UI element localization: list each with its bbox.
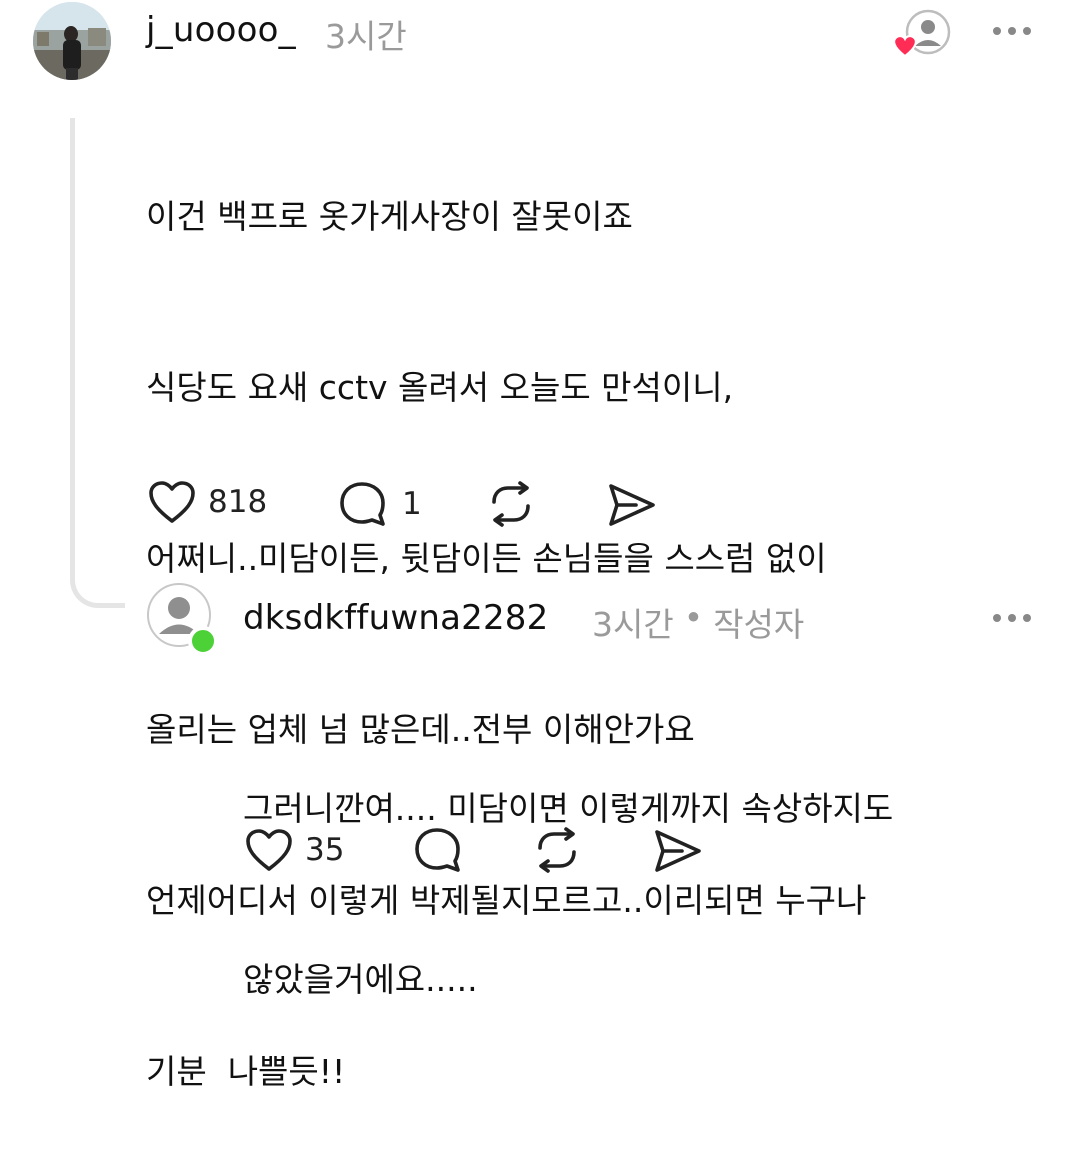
repost-button[interactable] [532,826,582,878]
username[interactable]: j_uoooo_ [146,10,296,50]
share-icon [655,830,701,872]
author-liked-badge [890,8,952,62]
heart-icon [149,481,195,523]
like-count: 35 [305,832,345,868]
comment-line: 이건 백프로 옷가게사장이 잘못이죠 [146,197,633,236]
repost-icon [492,481,530,527]
repost-button[interactable] [486,480,536,532]
more-icon[interactable] [993,614,1031,622]
share-icon [609,484,655,526]
reply-count: 1 [402,486,422,522]
reply-button[interactable] [413,826,465,878]
timestamp: 3시간 [592,605,674,644]
reply-button[interactable]: 1 [338,480,422,528]
heart-icon [246,829,292,871]
comment-line: 어쩌니..미담이든, 뒷담이든 손님들을 스스럼 없이 [146,539,827,578]
like-button[interactable]: 35 [245,828,344,872]
like-button[interactable]: 818 [148,480,267,524]
username[interactable]: dksdkffuwna2282 [243,598,548,638]
online-status-dot [188,626,218,656]
comment-line: 않았을거에요..... [243,960,478,999]
reply-meta: 3시간 • 작성자 [592,598,804,646]
avatar-dksdkffuwna2282[interactable] [146,582,218,658]
like-count: 818 [208,484,268,520]
comment-line: 식당도 요새 cctv 올려서 오늘도 만석이니, [146,368,734,407]
thread-connector-line [70,118,125,608]
more-icon[interactable] [993,27,1031,35]
share-button[interactable] [652,828,704,878]
share-button[interactable] [606,482,658,532]
separator-dot: • [683,598,704,637]
timestamp: 3시간 [325,17,407,56]
comment-icon [415,828,460,872]
repost-icon [538,827,576,873]
avatar-j-uoooo[interactable] [33,2,111,80]
comment-icon [340,482,385,526]
author-badge: 작성자 [713,605,805,644]
